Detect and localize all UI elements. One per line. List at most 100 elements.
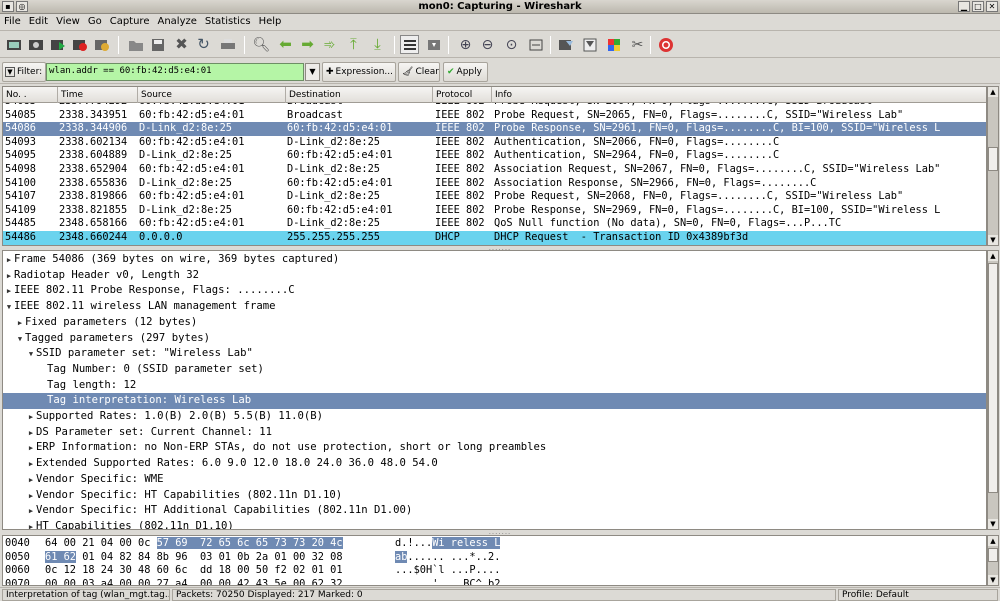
hex-row[interactable]: 0070 00 00 03 a4 00 00 27 a4 00 00 42 43 …	[3, 578, 986, 586]
restart-capture-icon[interactable]	[92, 35, 111, 54]
detail-tree-item[interactable]: ▶ Radiotap Header v0, Length 32	[3, 268, 986, 284]
detail-tree-item[interactable]: ▼ IEEE 802.11 wireless LAN management fra…	[3, 299, 986, 315]
scroll-thumb[interactable]	[988, 548, 998, 562]
hex-row[interactable]: 0050 61 62 01 04 82 84 8b 96 03 01 0b 2a …	[3, 550, 986, 564]
packet-row[interactable]: 54098 2338.652904 60:fb:42:d5:e4:01 D-Link_…	[3, 163, 986, 177]
apply-button[interactable]: ✔ Apply	[443, 62, 488, 82]
column-header-protocol[interactable]: Protocol	[433, 87, 492, 103]
packet-bytes-scrollbar[interactable]: ▲ ▼	[987, 535, 999, 586]
detail-tree-item[interactable]: ▶ Frame 54086 (369 bytes on wire, 369 byt…	[3, 252, 986, 268]
detail-tree-item[interactable]: Tag interpretation: Wireless Lab	[3, 393, 986, 409]
reload-icon[interactable]: ↻	[194, 35, 213, 54]
expand-arrow-icon[interactable]: ▶	[26, 410, 36, 425]
column-header-source[interactable]: Source	[138, 87, 286, 103]
find-packet-icon[interactable]: 🔍︎	[252, 35, 271, 54]
pane-splitter[interactable]: .......	[488, 529, 512, 536]
hex-row[interactable]: 0040 64 00 21 04 00 0c 57 69 72 65 6c 65 …	[3, 537, 986, 550]
column-header-info[interactable]: Info	[492, 87, 986, 103]
collapse-arrow-icon[interactable]: ▼	[26, 347, 36, 362]
go-to-packet-icon[interactable]: ➾	[320, 35, 339, 54]
capture-filters-icon[interactable]	[556, 35, 575, 54]
menu-analyze[interactable]: Analyze	[153, 14, 200, 27]
collapse-arrow-icon[interactable]: ▼	[15, 332, 25, 347]
auto-scroll-icon[interactable]	[424, 35, 443, 54]
expand-arrow-icon[interactable]: ▶	[26, 504, 36, 519]
go-first-icon[interactable]: ⤒	[344, 35, 363, 54]
scroll-down-arrow[interactable]: ▼	[988, 235, 998, 245]
expand-arrow-icon[interactable]: ▶	[4, 253, 14, 268]
expand-arrow-icon[interactable]: ▶	[4, 284, 14, 299]
scroll-up-arrow[interactable]: ▲	[988, 536, 998, 546]
expand-arrow-icon[interactable]: ▶	[26, 457, 36, 472]
interface-list-icon[interactable]	[4, 35, 23, 54]
menu-help[interactable]: Help	[255, 14, 286, 27]
open-file-icon[interactable]	[126, 35, 145, 54]
go-forward-icon[interactable]: ➡	[298, 35, 317, 54]
menu-file[interactable]: File	[0, 14, 25, 27]
go-last-icon[interactable]: ⤓	[368, 35, 387, 54]
detail-tree-item[interactable]: ▶ Vendor Specific: HT Capabilities (802.1…	[3, 488, 986, 504]
display-filters-icon[interactable]	[580, 35, 599, 54]
expand-arrow-icon[interactable]: ▶	[4, 269, 14, 284]
maximize-button[interactable]: □	[972, 1, 984, 12]
packet-details-scrollbar[interactable]: ▲ ▼	[987, 250, 999, 530]
packet-row[interactable]: 54093 2338.602134 60:fb:42:d5:e4:01 D-Link_…	[3, 136, 986, 150]
collapse-arrow-icon[interactable]: ▼	[4, 300, 14, 315]
stop-capture-icon[interactable]	[70, 35, 89, 54]
filter-dropdown-arrow[interactable]: ▼	[305, 63, 320, 81]
hex-row[interactable]: 0060 0c 12 18 24 30 48 60 6c dd 18 00 50 …	[3, 564, 986, 577]
detail-tree-item[interactable]: Tag length: 12	[3, 378, 986, 394]
expand-arrow-icon[interactable]: ▶	[26, 520, 36, 529]
packet-row[interactable]: 54095 2338.604889 D-Link_d2:8e:25 60:fb:42:…	[3, 149, 986, 163]
close-file-icon[interactable]: ✖	[172, 35, 191, 54]
resize-columns-icon[interactable]	[526, 35, 545, 54]
menu-go[interactable]: Go	[84, 14, 106, 27]
filter-button[interactable]: ▼ Filter:	[2, 62, 46, 82]
menu-view[interactable]: View	[52, 14, 84, 27]
packet-row[interactable]: 54085 2338.343951 60:fb:42:d5:e4:01 Broadca…	[3, 109, 986, 123]
detail-tree-item[interactable]: ▶ Vendor Specific: HT Additional Capabili…	[3, 503, 986, 519]
clear-button[interactable]: 🧹︎ Clear	[398, 62, 440, 82]
detail-tree-item[interactable]: ▼ Tagged parameters (297 bytes)	[3, 331, 986, 347]
minimize-button[interactable]: ▁	[958, 1, 970, 12]
help-icon[interactable]	[656, 35, 675, 54]
scroll-down-arrow[interactable]: ▼	[988, 575, 998, 585]
scroll-up-arrow[interactable]: ▲	[988, 251, 998, 261]
packet-row[interactable]: 54485 2348.658166 60:fb:42:d5:e4:01 D-Link_…	[3, 217, 986, 231]
column-header-no[interactable]: No. .	[3, 87, 58, 103]
scroll-up-arrow[interactable]: ▲	[988, 87, 998, 97]
packet-row[interactable]: 54086 2338.344906 D-Link_d2:8e:25 60:fb:42:…	[3, 122, 986, 136]
expression-button[interactable]: ✚ Expression...	[322, 62, 396, 82]
detail-tree-item[interactable]: ▶ Vendor Specific: WME	[3, 472, 986, 488]
detail-tree-item[interactable]: ▶ Supported Rates: 1.0(B) 2.0(B) 5.5(B) 1…	[3, 409, 986, 425]
scroll-down-arrow[interactable]: ▼	[988, 519, 998, 529]
detail-tree-item[interactable]: ▶ Extended Supported Rates: 6.0 9.0 12.0 …	[3, 456, 986, 472]
detail-tree-item[interactable]: ▼ SSID parameter set: "Wireless Lab"	[3, 346, 986, 362]
menu-edit[interactable]: Edit	[25, 14, 52, 27]
capture-options-icon[interactable]	[26, 35, 45, 54]
detail-tree-item[interactable]: ▶ Fixed parameters (12 bytes)	[3, 315, 986, 331]
expand-arrow-icon[interactable]: ▶	[26, 489, 36, 504]
scroll-thumb[interactable]	[988, 263, 998, 493]
detail-tree-item[interactable]: ▶ ERP Information: no Non-ERP STAs, do no…	[3, 440, 986, 456]
expand-arrow-icon[interactable]: ▶	[26, 441, 36, 456]
detail-tree-item[interactable]: Tag Number: 0 (SSID parameter set)	[3, 362, 986, 378]
packet-row[interactable]: 54107 2338.819866 60:fb:42:d5:e4:01 D-Link_…	[3, 190, 986, 204]
column-header-destination[interactable]: Destination	[286, 87, 433, 103]
normal-size-icon[interactable]: ⊙	[502, 35, 521, 54]
save-file-icon[interactable]	[148, 35, 167, 54]
zoom-in-icon[interactable]: ⊕	[456, 35, 475, 54]
preferences-icon[interactable]: ✂	[628, 35, 647, 54]
column-header-time[interactable]: Time	[58, 87, 138, 103]
start-capture-icon[interactable]	[48, 35, 67, 54]
expand-arrow-icon[interactable]: ▶	[26, 426, 36, 441]
coloring-rules-icon[interactable]	[604, 35, 623, 54]
close-button[interactable]: ✕	[986, 1, 998, 12]
scroll-thumb[interactable]	[988, 147, 998, 171]
packet-row[interactable]: 54100 2338.655836 D-Link_d2:8e:25 60:fb:42:…	[3, 177, 986, 191]
go-back-icon[interactable]: ⬅	[276, 35, 295, 54]
zoom-out-icon[interactable]: ⊖	[478, 35, 497, 54]
menu-statistics[interactable]: Statistics	[201, 14, 255, 27]
packet-row[interactable]: 54109 2338.821855 D-Link_d2:8e:25 60:fb:42:…	[3, 204, 986, 218]
status-profile[interactable]: Profile: Default	[838, 589, 998, 601]
